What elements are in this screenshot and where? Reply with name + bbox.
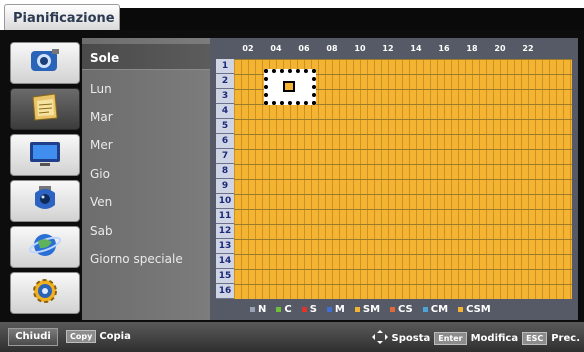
hour-header: 02 04 06 08 10 12 14 16 18 20 22	[234, 44, 574, 56]
legend-item-sm: SM	[354, 303, 381, 315]
day-item-gio[interactable]: Gio	[90, 167, 110, 181]
hour-label: 02	[242, 44, 254, 53]
system-gear-icon	[29, 275, 61, 311]
network-icon	[28, 229, 62, 265]
camera-settings-button[interactable]	[10, 42, 80, 84]
bottom-bar: Chiudi Copy Copia Sposta Enter Modifica …	[0, 322, 584, 352]
hour-label: 22	[522, 44, 534, 53]
selection-cursor[interactable]	[264, 69, 316, 105]
schedule-button[interactable]	[10, 88, 80, 130]
day-item-sab[interactable]: Sab	[90, 224, 113, 238]
legend-label: M	[334, 303, 345, 315]
chiudi-button[interactable]: Chiudi	[8, 328, 58, 346]
schedule-icon	[27, 91, 63, 127]
copy-key-badge: Copy	[66, 330, 97, 343]
prec-label: Prec.	[551, 333, 580, 344]
row-number: 8	[216, 164, 234, 179]
legend-item-s: S	[301, 303, 317, 315]
dome-camera-icon	[29, 183, 61, 219]
row-number: 5	[216, 119, 234, 134]
selected-cell[interactable]	[283, 81, 295, 92]
legend-swatch	[458, 306, 464, 312]
row-number: 4	[216, 104, 234, 119]
category-icon-column	[10, 38, 80, 320]
row-number: 6	[216, 134, 234, 149]
legend-label: N	[258, 303, 267, 315]
modifica-label: Modifica	[470, 333, 519, 344]
legend-label: CS	[398, 303, 413, 315]
legend-swatch	[422, 306, 428, 312]
legend-swatch	[326, 306, 332, 312]
row-number-column: 1 2 3 4 5 6 7 8 9 10 11 12 13 14 15 16	[216, 59, 234, 299]
schedule-legend: N C S M SM CS CM CSM	[250, 302, 570, 316]
legend-label: SM	[362, 303, 381, 315]
hour-label: 16	[438, 44, 450, 53]
day-item-sole[interactable]: Sole	[90, 51, 119, 65]
day-item-giorno-speciale[interactable]: Giorno speciale	[90, 252, 183, 266]
key-hints: Sposta Enter Modifica ESC Prec.	[371, 330, 580, 347]
day-item-mar[interactable]: Mar	[90, 110, 113, 124]
hour-label: 14	[410, 44, 422, 53]
row-number: 16	[216, 284, 234, 299]
tab-bar-background	[120, 8, 584, 30]
legend-swatch	[276, 306, 282, 312]
network-button[interactable]	[10, 226, 80, 268]
legend-item-n: N	[250, 304, 266, 315]
hour-label: 08	[326, 44, 338, 53]
esc-key-badge: ESC	[522, 332, 548, 345]
row-number: 9	[216, 179, 234, 194]
monitor-button[interactable]	[10, 134, 80, 176]
hour-label: 20	[494, 44, 506, 53]
schedule-grid-panel: 02 04 06 08 10 12 14 16 18 20 22 1 2 3 4…	[210, 38, 578, 320]
hour-label: 06	[298, 44, 310, 53]
copia-label: Copia	[99, 331, 131, 342]
system-gear-button[interactable]	[10, 272, 80, 314]
legend-item-m: M	[326, 303, 345, 315]
row-number: 13	[216, 239, 234, 254]
row-number: 12	[216, 224, 234, 239]
camera-settings-icon	[28, 46, 62, 80]
day-item-mer[interactable]: Mer	[90, 138, 113, 152]
copia-button[interactable]: Copy Copia	[66, 330, 131, 343]
sposta-label: Sposta	[391, 333, 431, 344]
row-number: 1	[216, 59, 234, 74]
day-item-ven[interactable]: Ven	[90, 195, 112, 209]
dome-camera-button[interactable]	[10, 180, 80, 222]
legend-item-csm: CSM	[458, 304, 491, 315]
legend-item-c: C	[276, 303, 292, 315]
tab-pianificazione[interactable]: Pianificazione	[4, 4, 120, 30]
legend-swatch	[354, 306, 360, 312]
row-number: 3	[216, 89, 234, 104]
move-arrows-icon	[371, 330, 388, 347]
legend-swatch	[301, 306, 307, 312]
legend-swatch	[250, 306, 255, 312]
day-item-lun[interactable]: Lun	[90, 82, 112, 96]
tab-bar: Pianificazione	[0, 0, 584, 30]
monitor-icon	[27, 138, 63, 172]
legend-label: C	[284, 303, 292, 315]
row-number: 11	[216, 209, 234, 224]
row-number: 14	[216, 254, 234, 269]
hour-label: 18	[466, 44, 478, 53]
legend-label: S	[309, 303, 317, 315]
legend-item-cs: CS	[390, 304, 413, 315]
hour-label: 10	[354, 44, 366, 53]
hour-label: 12	[382, 44, 394, 53]
row-number: 15	[216, 269, 234, 284]
row-number: 7	[216, 149, 234, 164]
row-number: 2	[216, 74, 234, 89]
row-number: 10	[216, 194, 234, 209]
legend-swatch	[390, 306, 396, 312]
day-list: Sole Lun Mar Mer Gio Ven Sab Giorno spec…	[82, 38, 210, 320]
legend-item-cm: CM	[422, 303, 449, 315]
legend-label: CM	[430, 303, 449, 315]
enter-key-badge: Enter	[434, 332, 467, 345]
schedule-grid[interactable]	[234, 59, 572, 299]
hour-label: 04	[270, 44, 282, 53]
legend-label: CSM	[466, 303, 491, 315]
